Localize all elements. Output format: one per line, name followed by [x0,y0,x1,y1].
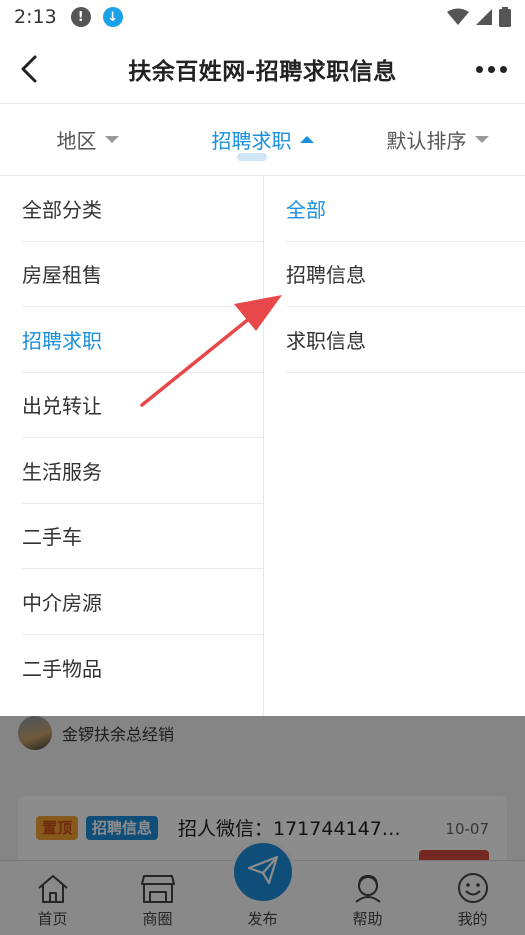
page-title: 扶余百姓网-招聘求职信息 [128,58,397,85]
battery-icon [499,7,511,27]
more-dot-icon [487,65,495,73]
category-list: 全部分类 房屋租售 招聘求职 出兑转让 生活服务 二手车 中介房源 二手物品 [0,176,264,716]
app-header: 扶余百姓网-招聘求职信息 [0,34,525,104]
active-tab-indicator [236,153,267,161]
filter-bar: 地区 招聘求职 默认排序 [0,104,525,176]
category-item[interactable]: 生活服务 [22,438,263,504]
wifi-icon [447,8,469,25]
subcategory-item[interactable]: 招聘信息 [286,242,525,307]
filter-tab-label: 地区 [56,129,97,153]
more-dot-icon [499,65,507,73]
chevron-left-icon [21,55,37,83]
caret-up-icon [299,136,314,143]
subcategory-item[interactable]: 求职信息 [286,307,525,373]
category-item[interactable]: 二手物品 [22,635,263,701]
filter-tab-region[interactable]: 地区 [0,104,175,175]
category-item[interactable]: 中介房源 [22,569,263,635]
category-item[interactable]: 二手车 [22,504,263,569]
download-icon: ↓ [102,7,123,27]
status-indicators [447,7,511,27]
filter-tab-category[interactable]: 招聘求职 [175,104,350,175]
more-button[interactable] [471,52,511,86]
subcategory-item-selected[interactable]: 全部 [286,176,525,242]
signal-icon [476,9,492,25]
filter-tab-label: 招聘求职 [211,129,292,153]
category-item-selected[interactable]: 招聘求职 [22,307,263,373]
status-bar: 2:13 ! ↓ [0,0,525,34]
alert-icon: ! [70,7,91,27]
status-time: 2:13 [14,6,57,28]
more-dot-icon [475,65,483,73]
filter-tab-label: 默认排序 [386,129,467,153]
filter-tab-sort[interactable]: 默认排序 [350,104,525,175]
category-dropdown: 全部分类 房屋租售 招聘求职 出兑转让 生活服务 二手车 中介房源 二手物品 全… [0,176,525,716]
caret-down-icon [104,136,119,143]
back-button[interactable] [12,52,46,86]
subcategory-list: 全部 招聘信息 求职信息 [264,176,525,716]
category-item[interactable]: 房屋租售 [22,242,263,307]
caret-down-icon [474,136,489,143]
category-item[interactable]: 出兑转让 [22,373,263,438]
category-item[interactable]: 全部分类 [22,176,263,242]
